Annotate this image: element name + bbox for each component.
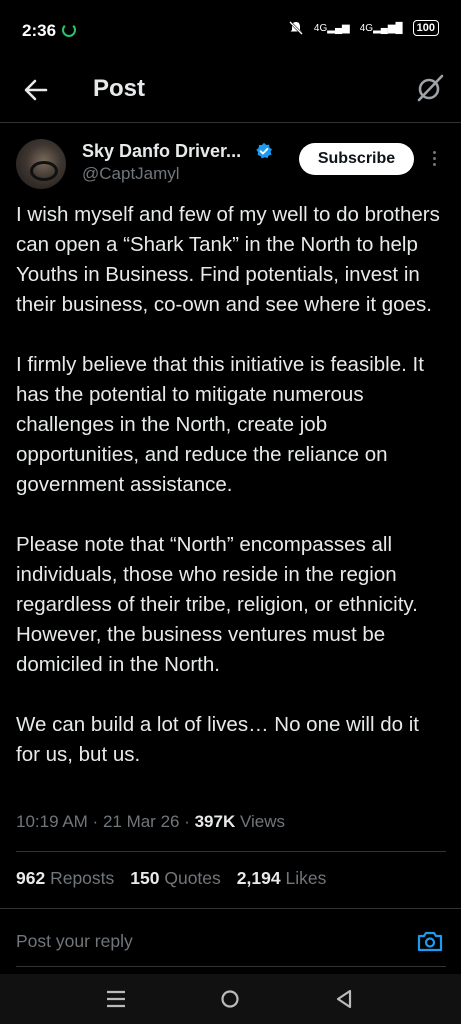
back-triangle-icon[interactable] xyxy=(333,988,357,1010)
post-date: 21 Mar 26 xyxy=(102,812,180,831)
reposts-label: Reposts xyxy=(50,868,115,888)
post-time: 10:19 AM xyxy=(16,812,88,831)
quotes-label: Quotes xyxy=(164,868,221,888)
post-text: I wish myself and few of my well to do b… xyxy=(16,200,448,770)
reposts-stat[interactable]: 962 Reposts xyxy=(16,868,114,889)
signal-1-icon: 4G▂▄▆ xyxy=(313,22,350,34)
status-time: 2:36 xyxy=(22,21,57,40)
status-bar: 2:36 4G▂▄▆ 4G▂▄▆█ 100 xyxy=(0,0,461,60)
grok-icon[interactable] xyxy=(415,73,445,103)
post-paragraph: I wish myself and few of my well to do b… xyxy=(16,203,440,316)
views-label: Views xyxy=(239,812,286,831)
more-icon[interactable] xyxy=(426,148,442,172)
post-paragraph: Please note that “North” encompasses all… xyxy=(16,533,418,676)
avatar-detail xyxy=(30,161,58,181)
engagement-stats: 962 Reposts 150 Quotes 2,194 Likes xyxy=(16,868,326,889)
reply-input[interactable]: Post your reply xyxy=(16,931,133,952)
status-icons: 4G▂▄▆ 4G▂▄▆█ 100 xyxy=(288,20,439,36)
avatar[interactable] xyxy=(16,139,66,189)
menu-icon[interactable] xyxy=(104,988,128,1010)
verified-badge-icon xyxy=(256,142,272,159)
likes-stat[interactable]: 2,194 Likes xyxy=(237,868,327,889)
network-type-2: 4G xyxy=(359,22,374,34)
divider xyxy=(16,966,446,967)
views-count[interactable]: 397K xyxy=(195,812,236,831)
home-icon[interactable] xyxy=(218,988,242,1010)
likes-label: Likes xyxy=(285,868,327,888)
network-type-1: 4G xyxy=(313,22,328,34)
post-meta: 10:19 AM · 21 Mar 26 · 397K Views xyxy=(16,812,286,831)
author-handle[interactable]: @CaptJamyl xyxy=(82,164,180,184)
reposts-count: 962 xyxy=(16,868,46,888)
divider xyxy=(16,851,446,852)
likes-count: 2,194 xyxy=(236,868,281,888)
back-arrow-icon[interactable] xyxy=(20,74,52,106)
post-paragraph: We can build a lot of lives… No one will… xyxy=(16,713,419,766)
post-paragraph: I firmly believe that this initiative is… xyxy=(16,353,424,496)
battery-icon: 100 xyxy=(412,20,439,36)
sync-icon xyxy=(62,23,76,37)
mute-bell-icon xyxy=(289,21,303,35)
quotes-count: 150 xyxy=(130,868,160,888)
page-title: Post xyxy=(93,75,146,102)
subscribe-button[interactable]: Subscribe xyxy=(299,143,414,175)
page-header: Post xyxy=(0,60,461,123)
camera-icon[interactable] xyxy=(416,929,444,953)
system-nav-bar xyxy=(0,974,461,1024)
quotes-stat[interactable]: 150 Quotes xyxy=(130,868,221,889)
divider xyxy=(0,908,461,909)
author-name[interactable]: Sky Danfo Driver... xyxy=(82,141,241,162)
signal-2-icon: 4G▂▄▆█ xyxy=(359,22,403,34)
